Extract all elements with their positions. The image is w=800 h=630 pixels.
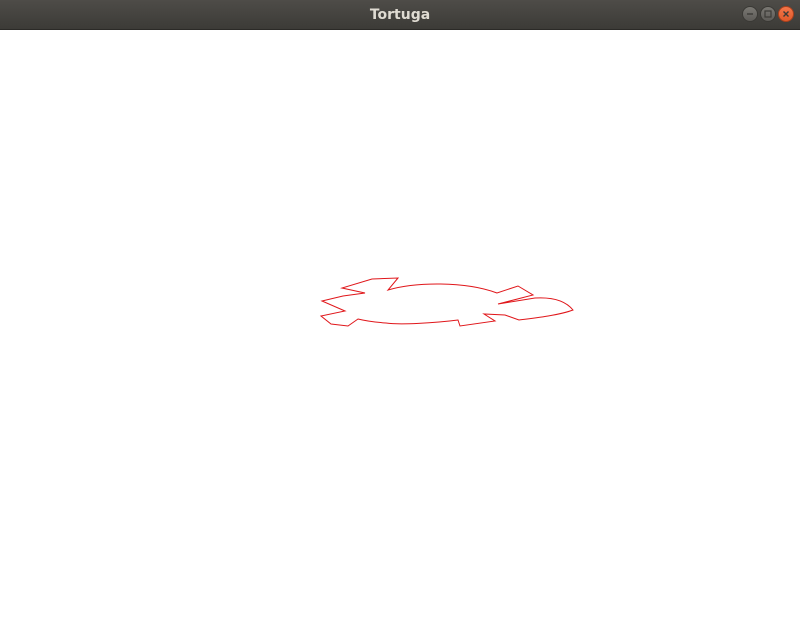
minimize-icon bbox=[747, 13, 753, 15]
drawing-canvas[interactable] bbox=[0, 30, 800, 630]
turtle-drawing bbox=[319, 277, 574, 327]
window-title: Tortuga bbox=[369, 7, 431, 23]
turtle-outline bbox=[319, 277, 574, 327]
maximize-button[interactable] bbox=[760, 6, 776, 22]
window-controls bbox=[742, 6, 794, 24]
close-button[interactable] bbox=[778, 6, 794, 22]
title-bar[interactable]: Tortuga bbox=[0, 0, 800, 30]
close-icon bbox=[783, 11, 789, 17]
app-window: Tortuga bbox=[0, 0, 800, 630]
maximize-icon bbox=[764, 10, 772, 18]
minimize-button[interactable] bbox=[742, 6, 758, 22]
